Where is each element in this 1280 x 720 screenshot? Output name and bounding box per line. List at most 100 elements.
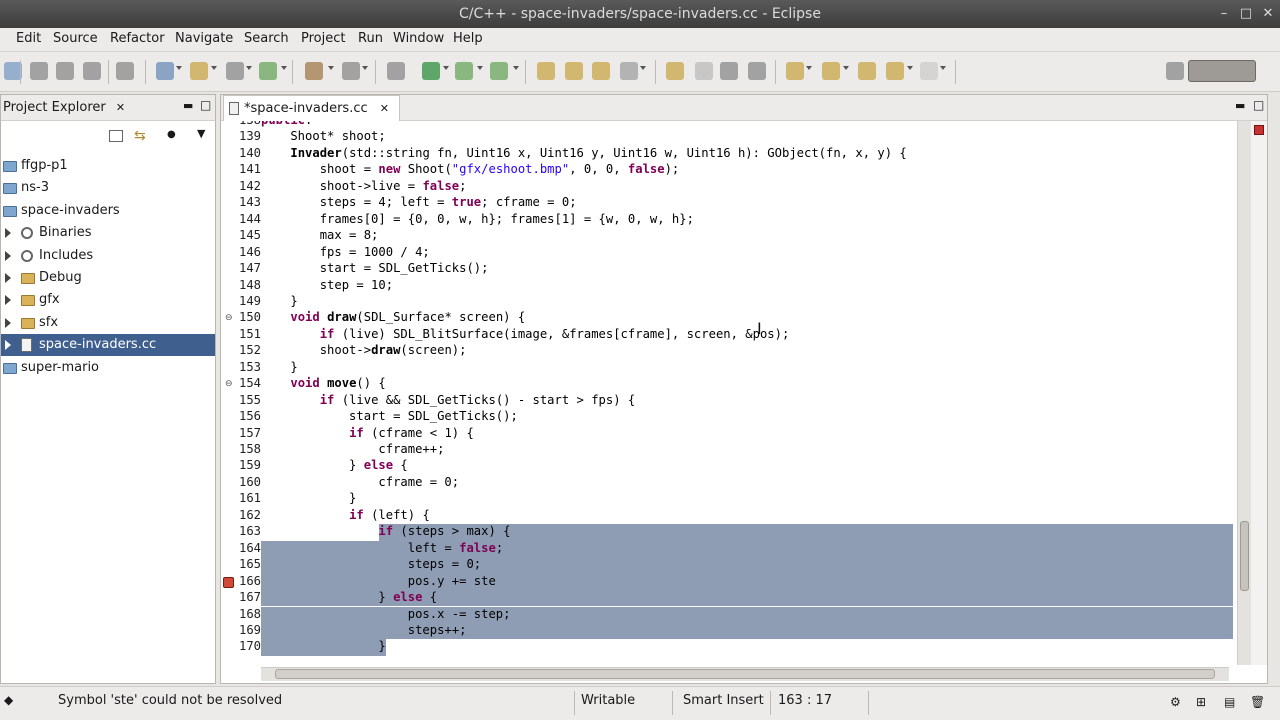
code-line[interactable]: steps++;: [261, 623, 467, 637]
chevron-down-icon[interactable]: [907, 66, 913, 70]
menu-project[interactable]: Project: [301, 31, 345, 46]
code-line[interactable]: if (live) SDL_BlitSurface(image, &frames…: [261, 327, 790, 341]
tree-item-debug[interactable]: Debug: [1, 267, 215, 289]
chevron-down-icon[interactable]: [281, 66, 287, 70]
code-area[interactable]: 138public:139 Shoot* shoot;140 Invader(s…: [221, 121, 1237, 661]
chevron-down-icon[interactable]: [640, 66, 646, 70]
error-marker[interactable]: [1254, 125, 1264, 135]
code-line[interactable]: pos.y += ste: [261, 574, 496, 588]
chevron-down-icon[interactable]: [940, 66, 946, 70]
chevron-down-icon[interactable]: [477, 66, 483, 70]
menu-source[interactable]: Source: [53, 31, 98, 46]
horizontal-scrollbar[interactable]: [261, 667, 1229, 681]
external-tools-icon[interactable]: [490, 62, 508, 80]
vertical-scrollbar[interactable]: [1237, 121, 1251, 665]
close-view-icon[interactable]: ✕: [116, 101, 125, 114]
code-line[interactable]: }: [261, 294, 297, 308]
code-line[interactable]: } else {: [261, 458, 408, 472]
show-whitespace-icon[interactable]: [720, 62, 738, 80]
code-line[interactable]: Invader(std::string fn, Uint16 x, Uint16…: [261, 146, 906, 160]
search-icon[interactable]: [592, 62, 610, 80]
open-perspective-icon[interactable]: [1166, 62, 1184, 80]
build-icon[interactable]: [116, 62, 134, 80]
editor-tab[interactable]: *space-invaders.cc ✕: [223, 95, 400, 121]
run-config-icon[interactable]: [455, 62, 473, 80]
maximize-view-icon[interactable]: □: [200, 98, 211, 112]
expand-arrow-icon[interactable]: [5, 295, 11, 306]
chevron-down-icon[interactable]: ▼: [197, 127, 205, 140]
code-line[interactable]: pos.x -= step;: [261, 607, 511, 621]
open-type-icon[interactable]: [537, 62, 555, 80]
code-line[interactable]: if (left) {: [261, 508, 430, 522]
next-annotation-icon[interactable]: [786, 62, 804, 80]
code-line[interactable]: fps = 1000 / 4;: [261, 245, 430, 259]
expand-arrow-icon[interactable]: [5, 317, 11, 328]
chevron-down-icon[interactable]: [513, 66, 519, 70]
annotation-icon[interactable]: [695, 62, 713, 80]
open-element-icon[interactable]: [565, 62, 583, 80]
error-annotation-icon[interactable]: [223, 576, 234, 588]
code-line[interactable]: max = 8;: [261, 228, 379, 242]
code-line[interactable]: start = SDL_GetTicks();: [261, 261, 489, 275]
expand-arrow-icon[interactable]: [5, 228, 11, 239]
save-all-icon[interactable]: [56, 62, 74, 80]
chevron-down-icon[interactable]: [211, 66, 217, 70]
menu-run[interactable]: Run: [358, 31, 383, 46]
block-select-icon[interactable]: [748, 62, 766, 80]
new-project-icon[interactable]: [156, 62, 174, 80]
chevron-down-icon[interactable]: [443, 66, 449, 70]
code-line[interactable]: void draw(SDL_Surface* screen) {: [261, 310, 525, 324]
chevron-down-icon[interactable]: [246, 66, 252, 70]
code-line[interactable]: void move() {: [261, 376, 385, 390]
heap-icon[interactable]: ▤: [1224, 695, 1235, 709]
maximize-editor-icon[interactable]: □: [1253, 98, 1264, 112]
code-line[interactable]: public:: [261, 121, 312, 127]
chevron-down-icon[interactable]: [328, 66, 334, 70]
code-line[interactable]: shoot = new Shoot("gfx/eshoot.bmp", 0, 0…: [261, 162, 680, 176]
back-icon[interactable]: [886, 62, 904, 80]
tree-item-ns-3[interactable]: ns-3: [1, 177, 215, 199]
code-line[interactable]: step = 10;: [261, 278, 393, 292]
perspective-switcher[interactable]: [1188, 60, 1256, 82]
link-with-editor-icon[interactable]: ⇆: [134, 128, 146, 144]
menu-navigate[interactable]: Navigate: [175, 31, 233, 46]
pen-icon[interactable]: [620, 62, 638, 80]
forward-icon[interactable]: [920, 62, 938, 80]
new-class-icon[interactable]: [226, 62, 244, 80]
tree-item-space-invaders-cc[interactable]: space-invaders.cc: [1, 334, 215, 357]
new-file-icon[interactable]: [259, 62, 277, 80]
code-line[interactable]: frames[0] = {0, 0, w, h}; frames[1] = {w…: [261, 212, 694, 226]
print-icon[interactable]: [83, 62, 101, 80]
menu-search[interactable]: Search: [244, 31, 289, 46]
code-line[interactable]: cframe++;: [261, 442, 444, 456]
mark-occurrences-icon[interactable]: [666, 62, 684, 80]
code-line[interactable]: }: [261, 360, 297, 374]
close-icon[interactable]: ✕: [1260, 6, 1276, 22]
minimize-view-icon[interactable]: ▬: [183, 99, 193, 112]
run-icon[interactable]: [422, 62, 440, 80]
code-line[interactable]: steps = 4; left = true; cframe = 0;: [261, 195, 577, 209]
fold-toggle-icon[interactable]: ⊖: [225, 379, 233, 389]
code-line[interactable]: if (cframe < 1) {: [261, 426, 474, 440]
menu-edit[interactable]: Edit: [16, 31, 41, 46]
expand-arrow-icon[interactable]: [5, 273, 11, 283]
tree-item-super-mario[interactable]: super-mario: [1, 357, 215, 379]
prev-annotation-icon[interactable]: [822, 62, 840, 80]
trash-icon[interactable]: 🗑: [1250, 695, 1265, 709]
tree-item-sfx[interactable]: sfx: [1, 312, 215, 334]
hammer-icon[interactable]: [305, 62, 323, 80]
minimize-editor-icon[interactable]: ▬: [1235, 99, 1245, 112]
code-line[interactable]: left = false;: [261, 541, 503, 555]
code-line[interactable]: shoot->draw(screen);: [261, 343, 467, 357]
menu-help[interactable]: Help: [453, 31, 483, 46]
fold-toggle-icon[interactable]: ⊖: [225, 313, 233, 323]
tree-item-gfx[interactable]: gfx: [1, 289, 215, 311]
horizontal-scrollbar-thumb[interactable]: [275, 669, 1215, 679]
tree-item-binaries[interactable]: Binaries: [1, 222, 215, 244]
code-line[interactable]: shoot->live = false;: [261, 179, 467, 193]
debug-icon[interactable]: [387, 62, 405, 80]
code-line[interactable]: Shoot* shoot;: [261, 129, 385, 143]
code-line[interactable]: } else {: [261, 590, 437, 604]
last-edit-icon[interactable]: [858, 62, 876, 80]
view-menu-icon[interactable]: ●: [167, 129, 176, 140]
